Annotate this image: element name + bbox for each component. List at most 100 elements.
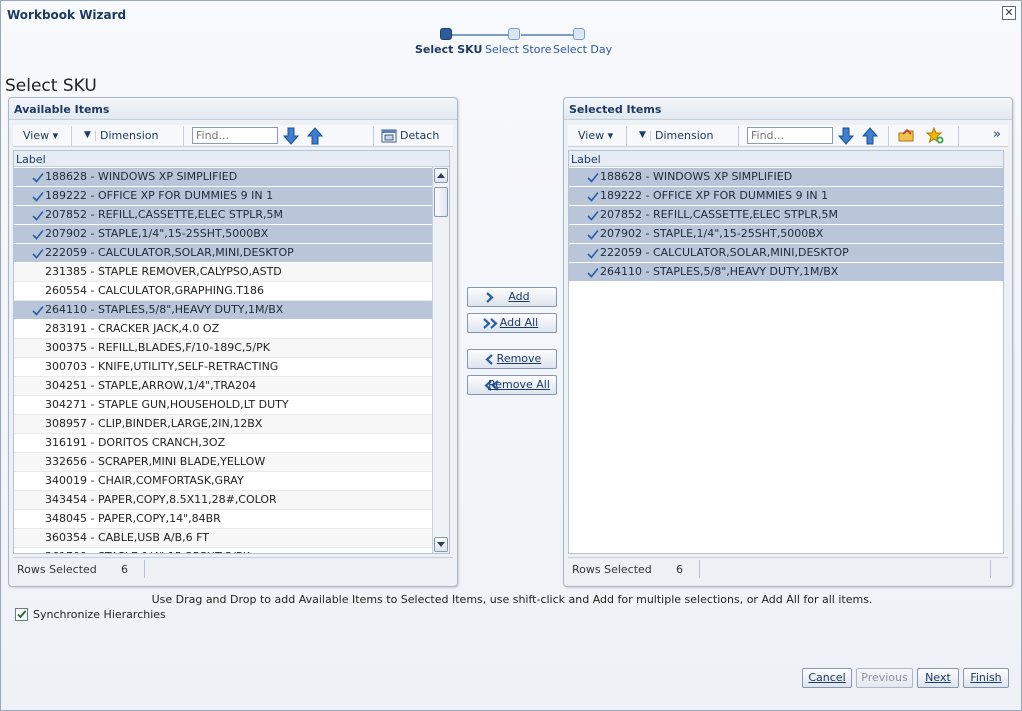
open-folder-icon[interactable]	[898, 128, 916, 144]
label-column-header[interactable]: Label	[569, 151, 1003, 167]
title-bar: Workbook Wizard ✕	[1, 1, 1021, 27]
toolbar-overflow-chevron-icon[interactable]: »	[993, 127, 1001, 142]
train-step-select-day-label[interactable]: Select Day	[553, 43, 612, 56]
train-step-select-sku-node[interactable]	[440, 28, 452, 40]
list-item[interactable]: 231385 - STAPLE REMOVER,CALYPSO,ASTD	[14, 263, 432, 282]
list-item-label: 348045 - PAPER,COPY,14",84BR	[45, 512, 221, 525]
train-step-select-sku-label[interactable]: Select SKU	[415, 43, 482, 56]
list-item[interactable]: 343454 - PAPER,COPY,8.5X11,28#,COLOR	[14, 491, 432, 510]
list-item-label: 264110 - STAPLES,5/8",HEAVY DUTY,1M/BX	[600, 265, 839, 278]
train-step-select-day-node[interactable]	[573, 28, 585, 40]
list-item[interactable]: 222059 - CALCULATOR,SOLAR,MINI,DESKTOP	[14, 244, 432, 263]
toolbar-separator	[738, 126, 739, 146]
dimension-menu[interactable]: Dimension	[655, 129, 713, 142]
close-button[interactable]: ✕	[1002, 6, 1016, 20]
list-item[interactable]: 264110 - STAPLES,5/8",HEAVY DUTY,1M/BX	[14, 301, 432, 320]
available-items-table: Label 188628 - WINDOWS XP SIMPLIFIED 1892…	[13, 150, 450, 554]
dimension-menu[interactable]: Dimension	[100, 129, 158, 142]
list-item[interactable]: 188628 - WINDOWS XP SIMPLIFIED	[14, 168, 432, 187]
toolbar-separator	[958, 126, 959, 146]
list-item-label: 207852 - REFILL,CASSETTE,ELEC STPLR,5M	[600, 208, 838, 221]
previous-button[interactable]: Previous	[856, 668, 913, 688]
list-item[interactable]: 340019 - CHAIR,COMFORTASK,GRAY	[14, 472, 432, 491]
list-item[interactable]: 348045 - PAPER,COPY,14",84BR	[14, 510, 432, 529]
detach-icon[interactable]	[381, 129, 397, 143]
list-item[interactable]: 189222 - OFFICE XP FOR DUMMIES 9 IN 1	[569, 187, 1003, 206]
list-item[interactable]: 308957 - CLIP,BINDER,LARGE,2IN,12BX	[14, 415, 432, 434]
list-item[interactable]: 304271 - STAPLE GUN,HOUSEHOLD,LT DUTY	[14, 396, 432, 415]
checkmark-icon	[32, 191, 44, 202]
list-item-label: 343454 - PAPER,COPY,8.5X11,28#,COLOR	[45, 493, 277, 506]
available-find-input[interactable]	[192, 127, 278, 144]
find-next-arrow-icon[interactable]	[283, 127, 299, 145]
view-menu[interactable]: View ▾	[578, 129, 613, 142]
checkmark-icon	[587, 172, 599, 183]
selected-toolbar: View ▾ ▼ Dimension »	[568, 125, 1008, 147]
synchronize-hierarchies-label[interactable]: Synchronize Hierarchies	[33, 608, 166, 621]
available-status-bar: Rows Selected 6	[13, 557, 453, 579]
label-column-header[interactable]: Label	[14, 151, 449, 167]
available-vertical-scrollbar[interactable]	[432, 167, 449, 553]
list-item-label: 304251 - STAPLE,ARROW,1/4",TRA204	[45, 379, 257, 392]
add-button[interactable]: Add	[467, 287, 557, 307]
list-item-label: 207902 - STAPLE,1/4",15-25SHT,5000BX	[45, 227, 269, 240]
checkmark-icon	[32, 248, 44, 259]
list-item[interactable]: 222059 - CALCULATOR,SOLAR,MINI,DESKTOP	[569, 244, 1003, 263]
list-item[interactable]: 300703 - KNIFE,UTILITY,SELF-RETRACTING	[14, 358, 432, 377]
find-next-arrow-icon[interactable]	[838, 127, 854, 145]
toolbar-separator	[183, 126, 184, 146]
detach-button[interactable]: Detach	[400, 129, 439, 142]
train-step-select-store-label[interactable]: Select Store	[485, 43, 552, 56]
list-item-label: 304271 - STAPLE GUN,HOUSEHOLD,LT DUTY	[45, 398, 289, 411]
add-favorite-star-icon[interactable]	[926, 127, 944, 144]
list-item-label: 360354 - CABLE,USB A/B,6 FT	[45, 531, 209, 544]
list-item[interactable]: 264110 - STAPLES,5/8",HEAVY DUTY,1M/BX	[569, 263, 1003, 282]
list-item[interactable]: 304251 - STAPLE,ARROW,1/4",TRA204	[14, 377, 432, 396]
scroll-thumb[interactable]	[434, 187, 448, 217]
scroll-up-button[interactable]	[434, 168, 448, 183]
remove-all-button[interactable]: Remove All	[467, 375, 557, 395]
checkmark-icon	[587, 191, 599, 202]
list-item[interactable]: 361709 - STAPLE,1/4",15-25SHT,2/PK	[14, 548, 432, 553]
list-item-label: 300375 - REFILL,BLADES,F/10-189C,5/PK	[45, 341, 270, 354]
list-item[interactable]: 188628 - WINDOWS XP SIMPLIFIED	[569, 168, 1003, 187]
list-item-label: 222059 - CALCULATOR,SOLAR,MINI,DESKTOP	[600, 246, 849, 259]
list-item-label: 300703 - KNIFE,UTILITY,SELF-RETRACTING	[45, 360, 279, 373]
dimension-dropdown-icon[interactable]: ▼	[84, 130, 91, 140]
checkmark-icon	[17, 610, 27, 619]
synchronize-hierarchies-checkbox[interactable]	[15, 608, 28, 621]
selected-find-input[interactable]	[747, 127, 833, 144]
list-item[interactable]: 360354 - CABLE,USB A/B,6 FT	[14, 529, 432, 548]
remove-button[interactable]: Remove	[467, 349, 557, 369]
scroll-down-button[interactable]	[434, 537, 448, 552]
checkmark-icon	[587, 248, 599, 259]
status-separator	[144, 560, 145, 578]
list-item[interactable]: 207902 - STAPLE,1/4",15-25SHT,5000BX	[569, 225, 1003, 244]
checkmark-icon	[587, 267, 599, 278]
list-item[interactable]: 189222 - OFFICE XP FOR DUMMIES 9 IN 1	[14, 187, 432, 206]
list-item-label: 361709 - STAPLE,1/4",15-25SHT,2/PK	[45, 550, 250, 553]
dimension-dropdown-icon[interactable]: ▼	[639, 130, 646, 140]
add-all-button[interactable]: Add All	[467, 313, 557, 333]
list-item[interactable]: 283191 - CRACKER JACK,4.0 OZ	[14, 320, 432, 339]
cancel-button[interactable]: Cancel	[802, 668, 852, 688]
next-button[interactable]: Next	[917, 668, 959, 688]
find-previous-arrow-icon[interactable]	[307, 127, 323, 145]
finish-button[interactable]: Finish	[963, 668, 1009, 688]
train-step-select-store-node[interactable]	[508, 28, 520, 40]
list-item[interactable]: 260554 - CALCULATOR,GRAPHING.T186	[14, 282, 432, 301]
workbook-wizard-dialog: Workbook Wizard ✕ Select SKU Select Stor…	[0, 0, 1022, 711]
selected-items-title: Selected Items	[569, 103, 662, 116]
find-previous-arrow-icon[interactable]	[862, 127, 878, 145]
view-menu[interactable]: View ▾	[23, 129, 58, 142]
list-item-label: 189222 - OFFICE XP FOR DUMMIES 9 IN 1	[600, 189, 829, 202]
list-item[interactable]: 300375 - REFILL,BLADES,F/10-189C,5/PK	[14, 339, 432, 358]
list-item[interactable]: 332656 - SCRAPER,MINI BLADE,YELLOW	[14, 453, 432, 472]
toolbar-separator	[95, 131, 96, 141]
list-item[interactable]: 207902 - STAPLE,1/4",15-25SHT,5000BX	[14, 225, 432, 244]
list-item[interactable]: 207852 - REFILL,CASSETTE,ELEC STPLR,5M	[569, 206, 1003, 225]
list-item-label: 260554 - CALCULATOR,GRAPHING.T186	[45, 284, 264, 297]
list-item[interactable]: 207852 - REFILL,CASSETTE,ELEC STPLR,5M	[14, 206, 432, 225]
list-item[interactable]: 316191 - DORITOS CRANCH,3OZ	[14, 434, 432, 453]
selected-items-header: Selected Items	[564, 98, 1012, 120]
